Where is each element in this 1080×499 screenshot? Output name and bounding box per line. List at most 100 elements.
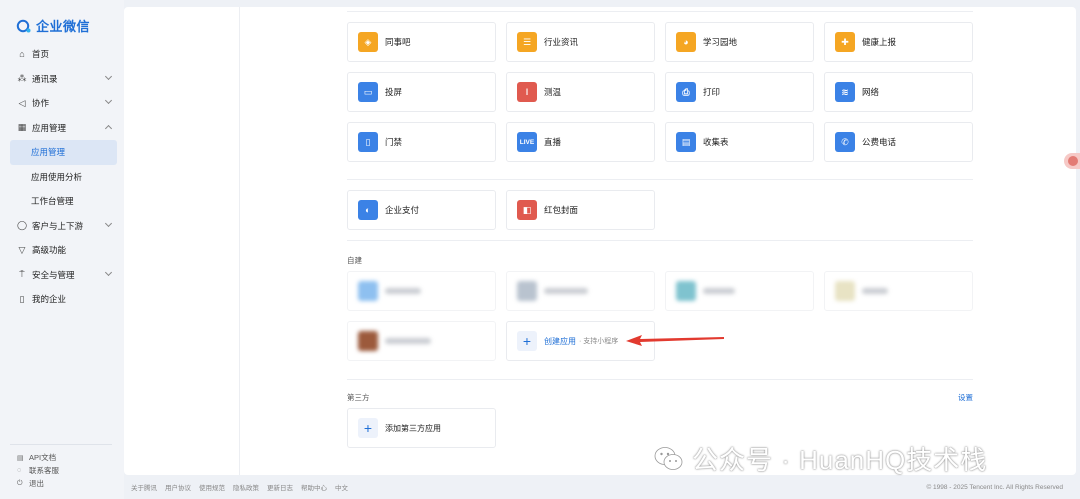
redpacket-icon: ◧ xyxy=(517,200,537,220)
sidebar-bottom-link[interactable]: ◌ 联系客服 xyxy=(10,464,112,477)
footer: 关于腾讯 用户协议 使用规范 隐私政策 更新日志 帮助中心 中文 © 1998 - 2025… xyxy=(124,478,1076,496)
app-card[interactable]: ▯ 门禁 xyxy=(347,122,496,162)
app-name-redacted xyxy=(544,288,588,294)
sidebar-item[interactable]: ◁ 协作 xyxy=(10,91,117,116)
footer-link[interactable]: 隐私政策 xyxy=(233,482,259,492)
plus-icon: + xyxy=(517,331,537,351)
sidebar-item[interactable]: ◯ 客户与上下游 xyxy=(10,214,117,239)
sidebar-item-label: 安全与管理 xyxy=(32,269,75,280)
app-card[interactable]: ⎙ 打印 xyxy=(665,72,814,112)
app-card[interactable]: LIVE 直播 xyxy=(506,122,655,162)
footer-links: 关于腾讯 用户协议 使用规范 隐私政策 更新日志 帮助中心 中文 xyxy=(124,482,348,492)
sidebar-item[interactable]: 应用使用分析 xyxy=(10,165,117,190)
colleague-icon: ◈ xyxy=(358,32,378,52)
app-card[interactable]: ◈ 同事吧 xyxy=(347,22,496,62)
footer-link[interactable]: 中文 xyxy=(335,482,348,492)
self-built-app-card[interactable] xyxy=(665,271,814,311)
sidebar-item[interactable]: ▽ 高级功能 xyxy=(10,238,117,263)
chevron-down-icon xyxy=(104,96,113,105)
app-card-label: 直播 xyxy=(544,137,562,147)
sidebar-bottom-link-label: API文档 xyxy=(29,453,57,462)
learning-icon: ◕ xyxy=(676,32,696,52)
form-icon: ▤ xyxy=(676,132,696,152)
sidebar-item[interactable]: ⌂ 首页 xyxy=(10,42,117,67)
home-icon: ⌂ xyxy=(19,49,25,60)
sidebar-item[interactable]: ⍑ 安全与管理 xyxy=(10,263,117,288)
app-card[interactable]: ≋ 网络 xyxy=(824,72,973,112)
news-icon: ☰ xyxy=(517,32,537,52)
app-card[interactable]: ✚ 健康上报 xyxy=(824,22,973,62)
footer-link[interactable]: 更新日志 xyxy=(267,482,293,492)
app-name-redacted xyxy=(385,288,421,294)
sidebar-bottom-link[interactable]: ▤ API文档 xyxy=(10,451,112,464)
sidebar: 企业微信 ⌂ 首页 ⁂ 通讯录 ◁ 协作 ▦ 应用管理应用管理应用使用分析 工作台管理 ◯ 客户与上… xyxy=(0,0,124,499)
support-icon: ◌ xyxy=(17,467,22,474)
app-card-label: 企业支付 xyxy=(385,205,420,215)
sidebar-item-label: 高级功能 xyxy=(32,245,67,256)
sidebar-item-label: 应用使用分析 xyxy=(31,171,83,182)
advanced-icon: ▽ xyxy=(18,244,26,255)
enterprise-icon: ▯ xyxy=(19,293,25,304)
door-icon: ▯ xyxy=(358,132,378,152)
create-app-sublabel: · 支持小程序 xyxy=(579,338,619,345)
app-card[interactable]: ▭ 投屏 xyxy=(347,72,496,112)
self-built-app-card[interactable] xyxy=(347,271,496,311)
screencast-icon: ▭ xyxy=(358,82,378,102)
add-third-party-label: 添加第三方应用 xyxy=(385,423,441,433)
footer-link[interactable]: 关于腾讯 xyxy=(131,482,157,492)
plus-icon: + xyxy=(358,418,378,438)
footer-link[interactable]: 使用规范 xyxy=(199,482,225,492)
apps-icon: ▦ xyxy=(17,122,27,133)
sidebar-item[interactable]: 工作台管理 xyxy=(10,189,117,214)
sidebar-item-label: 协作 xyxy=(32,98,50,109)
app-name-redacted xyxy=(385,338,431,344)
live-icon: LIVE xyxy=(517,132,537,152)
app-card-label: 收集表 xyxy=(703,137,729,147)
footer-link[interactable]: 用户协议 xyxy=(165,482,191,492)
sidebar-item-label: 我的企业 xyxy=(32,294,67,305)
customer-icon: ◯ xyxy=(16,220,28,231)
app-card[interactable]: ◧ 红包封面 xyxy=(506,190,655,230)
app-name-redacted xyxy=(703,288,735,294)
floating-help-button[interactable] xyxy=(1064,153,1080,169)
self-built-app-card[interactable] xyxy=(824,271,973,311)
sidebar-item-label: 首页 xyxy=(32,49,50,60)
app-card[interactable]: ▤ 收集表 xyxy=(665,122,814,162)
sidebar-item[interactable]: ⁂ 通讯录 xyxy=(10,67,117,92)
app-icon xyxy=(835,281,855,301)
copyright: © 1998 - 2025 Tencent Inc. All Rights Re… xyxy=(926,483,1063,491)
app-card[interactable]: ◕ 学习园地 xyxy=(665,22,814,62)
create-app-label: 创建应用 xyxy=(544,336,576,346)
sidebar-item-label: 应用管理 xyxy=(31,147,66,158)
health-icon: ✚ xyxy=(835,32,855,52)
app-card[interactable]: ✆ 公费电话 xyxy=(824,122,973,162)
watermark-text: 公众号 · HuanHQ技术栈 xyxy=(692,445,988,475)
chevron-down-icon xyxy=(104,219,113,227)
self-built-app-card[interactable] xyxy=(506,271,655,311)
phone-icon: ✆ xyxy=(835,132,855,152)
chevron-down-icon xyxy=(104,72,113,80)
footer-link[interactable]: 帮助中心 xyxy=(301,482,327,492)
sidebar-item[interactable]: ▦ 应用管理 xyxy=(10,116,117,141)
self-built-app-card[interactable] xyxy=(347,321,496,361)
app-card-label: 健康上报 xyxy=(862,37,897,47)
app-card-label: 网络 xyxy=(862,87,880,97)
app-card[interactable]: ◐ 企业支付 xyxy=(347,190,496,230)
app-card-label: 红包封面 xyxy=(544,205,579,215)
sidebar-item[interactable]: ▯ 我的企业 xyxy=(10,287,117,312)
add-third-party-app-button[interactable]: + 添加第三方应用 xyxy=(347,408,496,448)
red-arrow-annotation xyxy=(626,335,724,346)
app-card-label: 门禁 xyxy=(385,137,403,147)
sidebar-bottom-link[interactable]: ⏻ 退出 xyxy=(10,477,112,490)
app-name-redacted xyxy=(862,288,888,294)
wifi-icon: ≋ xyxy=(835,82,855,102)
payment-icon: ◐ xyxy=(358,200,378,220)
sidebar-nav: ⌂ 首页 ⁂ 通讯录 ◁ 协作 ▦ 应用管理应用管理应用使用分析 工作台管理 ◯ 客户与上下游 ▽ 高级… xyxy=(10,42,117,312)
app-card[interactable]: ǀ 测温 xyxy=(506,72,655,112)
third-party-settings-link[interactable]: 设置 xyxy=(958,392,973,403)
sidebar-item[interactable]: 应用管理 xyxy=(10,140,117,165)
sidebar-item-label: 工作台管理 xyxy=(31,196,74,207)
app-card[interactable]: ☰ 行业资讯 xyxy=(506,22,655,62)
divider xyxy=(347,179,973,180)
brand-logo[interactable]: 企业微信 xyxy=(16,16,90,35)
